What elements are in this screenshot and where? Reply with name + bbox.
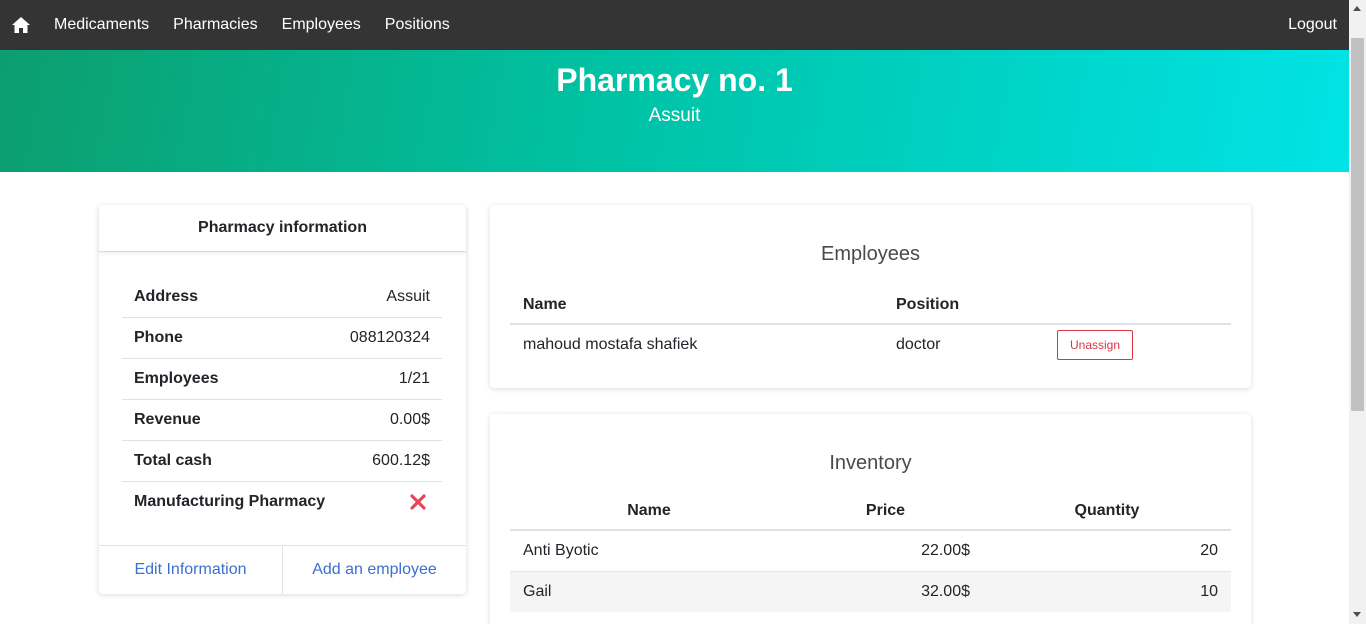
- table-header-row: Name Position: [510, 286, 1231, 325]
- table-row: Gail 32.00$ 10: [510, 570, 1231, 612]
- info-value: 0.00$: [389, 411, 430, 428]
- nav-link-employees[interactable]: Employees: [282, 16, 361, 34]
- column-header-name: Name: [510, 286, 883, 325]
- pharmacy-info-card: Pharmacy information Address Assuit Phon…: [99, 205, 466, 594]
- employee-name: mahoud mostafa shafiek: [523, 336, 698, 353]
- info-row-phone: Phone 088120324: [122, 317, 442, 358]
- info-label: Total cash: [134, 452, 212, 469]
- item-name: Anti Byotic: [510, 529, 788, 571]
- add-employee-link[interactable]: Add an employee: [282, 546, 466, 594]
- info-card-header: Pharmacy information: [99, 205, 466, 252]
- info-label: Address: [134, 287, 199, 305]
- info-row-employees: Employees 1/21: [122, 358, 442, 399]
- employees-card: Employees Name Position mahoud mostafa s…: [490, 205, 1251, 388]
- info-row-address: Address Assuit: [122, 276, 442, 317]
- scroll-down-icon[interactable]: [1353, 612, 1361, 617]
- page-subtitle: Assuit: [648, 105, 701, 126]
- close-icon: [410, 494, 426, 510]
- info-label: Manufacturing Pharmacy: [134, 493, 326, 510]
- info-label: Phone: [134, 329, 183, 346]
- item-price: 32.00$: [788, 570, 983, 612]
- nav-link-pharmacies[interactable]: Pharmacies: [173, 16, 257, 34]
- employees-table: Name Position mahoud mostafa shafiek doc…: [510, 286, 1231, 365]
- info-label: Revenue: [134, 411, 201, 428]
- home-icon[interactable]: [11, 16, 31, 34]
- column-header-name: Name: [510, 492, 788, 531]
- info-value: 088120324: [349, 329, 430, 346]
- column-header-price: Price: [788, 492, 983, 531]
- column-header-position: Position: [883, 286, 1044, 325]
- employees-title: Employees: [821, 243, 920, 265]
- page-title: Pharmacy no. 1: [556, 62, 793, 98]
- inventory-title: Inventory: [829, 452, 912, 474]
- info-value: 1/21: [398, 370, 430, 387]
- hero-banner: Pharmacy no. 1 Assuit: [0, 50, 1349, 172]
- info-row-revenue: Revenue 0.00$: [122, 399, 442, 440]
- inventory-card: Inventory Name Price Quantity Anti Byoti…: [490, 414, 1251, 624]
- top-navbar: Medicaments Pharmacies Employees Positio…: [0, 0, 1349, 50]
- logout-link[interactable]: Logout: [1288, 16, 1337, 34]
- unassign-button[interactable]: Unassign: [1057, 330, 1134, 360]
- item-price: 22.00$: [788, 529, 983, 571]
- info-row-manufacturing: Manufacturing Pharmacy: [122, 481, 442, 522]
- item-quantity: 20: [983, 529, 1231, 571]
- info-value: 600.12$: [372, 452, 430, 469]
- employee-position: doctor: [896, 336, 941, 353]
- table-row: Anti Byotic 22.00$ 20: [510, 529, 1231, 571]
- info-row-total-cash: Total cash 600.12$: [122, 440, 442, 481]
- edit-information-link[interactable]: Edit Information: [99, 546, 282, 594]
- info-card-footer: Edit Information Add an employee: [99, 545, 466, 594]
- column-header-quantity: Quantity: [983, 492, 1231, 531]
- nav-link-positions[interactable]: Positions: [385, 16, 450, 34]
- info-value: Assuit: [386, 287, 430, 305]
- info-table: Address Assuit Phone 088120324 Employees…: [122, 276, 442, 522]
- scrollbar-thumb[interactable]: [1351, 38, 1364, 411]
- item-quantity: 10: [983, 570, 1231, 612]
- column-header-actions: [1044, 286, 1231, 325]
- scroll-up-icon[interactable]: [1353, 6, 1361, 11]
- item-name: Gail: [510, 570, 788, 612]
- employee-actions: Unassign: [1044, 324, 1231, 365]
- inventory-table: Name Price Quantity Anti Byotic 22.00$ 2…: [510, 492, 1231, 612]
- page-scrollbar[interactable]: [1349, 0, 1366, 624]
- nav-link-medicaments[interactable]: Medicaments: [54, 16, 149, 34]
- table-row: mahoud mostafa shafiek doctor Unassign: [510, 324, 1231, 365]
- table-header-row: Name Price Quantity: [510, 492, 1231, 531]
- info-label: Employees: [134, 370, 219, 387]
